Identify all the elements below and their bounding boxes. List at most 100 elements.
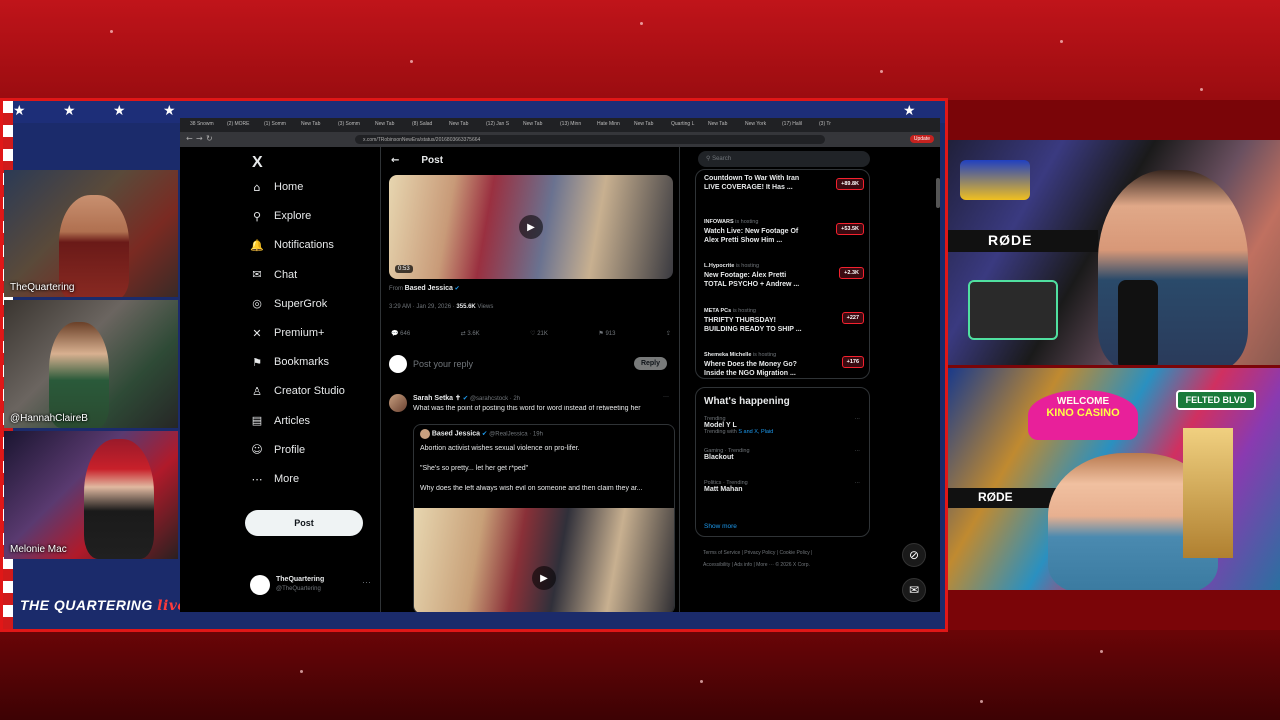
update-button[interactable]: Update [909,135,934,143]
reply-action[interactable]: 💬 646 [391,330,410,337]
nav-item-explore[interactable]: ⚲ Explore [250,205,311,227]
browser-tab[interactable]: (12) Jan S [480,121,516,132]
scrollbar[interactable] [936,178,940,208]
reply-handle: @sarahcstock · 2h [469,396,521,402]
live-space-item[interactable]: INFOWARS is hosting Watch Live: New Foota… [704,219,864,245]
footer-links: Terms of Service | Privacy Policy | Cook… [703,547,873,571]
avatar [389,394,407,412]
forward-icon[interactable]: → [196,134,203,143]
account-switcher[interactable]: TheQuartering @TheQuartering ··· [250,573,380,597]
search-input[interactable]: ⚲ Search [698,151,870,167]
x-logo[interactable]: X [252,154,263,172]
play-icon[interactable]: ▶ [519,215,543,239]
account-handle: @TheQuartering [276,586,321,592]
avatar [250,575,270,595]
sparkle [410,60,413,63]
browser-tab[interactable]: New Tab [702,121,738,132]
tab-bar: 38 Snowm (2) MORE (1) Somm New Tab (3) Somm N… [180,118,940,132]
trend-item[interactable]: Politics · Trending Matt Mahan ··· [704,480,864,493]
browser-tab[interactable]: New Tab [443,121,479,132]
webcam-host-right-bottom: WELCOME KINO CASINO FELTED BLVD RØDE [948,368,1280,590]
browser-tab[interactable]: (17) Halil [776,121,812,132]
reply-composer: Post your reply Reply [389,353,673,375]
nav-label: Articles [274,414,311,427]
reply-input[interactable]: Post your reply [413,359,473,369]
host-name: INFOWARS [704,218,734,225]
nav-label: Notifications [274,239,334,252]
browser-tab[interactable]: New York [739,121,775,132]
browser-tab[interactable]: (1) Somm [258,121,294,132]
webcam-hannahclaireb: @HannahClaireB [4,300,178,428]
nav-item-articles[interactable]: ▤ Articles [250,410,310,432]
browser-tab[interactable]: New Tab [628,121,664,132]
browser-tab[interactable]: 38 Snowm [184,121,220,132]
more-dots-icon[interactable]: ··· [855,448,861,454]
bookmark-action[interactable]: ⚑ 913 [598,330,615,337]
sparkle [110,30,113,33]
footer-row[interactable]: Terms of Service | Privacy Policy | Cook… [703,547,873,559]
browser-tab[interactable]: Hate Minn [591,121,627,132]
browser-tab[interactable]: Quarting L [665,121,701,132]
nav-label: Home [274,181,304,193]
nav-item-home[interactable]: ⌂ Home [250,176,304,198]
browser-tab[interactable]: New Tab [295,121,331,132]
post-button[interactable]: Post [245,510,363,536]
nav-item-bookmarks[interactable]: ⚑ Bookmarks [250,351,329,373]
from-author-link[interactable]: Based Jessica [405,285,453,292]
browser-tab[interactable]: (3) Tr [813,121,849,132]
play-icon[interactable]: ▶ [532,566,556,590]
browser-tab[interactable]: (13) Minn [554,121,590,132]
reply-author[interactable]: Sarah Setka ✝ [413,395,461,402]
reply-button[interactable]: Reply [633,357,667,370]
back-arrow-icon[interactable]: ← [391,155,399,166]
casino-welcome: WELCOME [1056,396,1110,407]
more-dots-icon[interactable]: ··· [362,577,371,587]
show-more-link[interactable]: Show more [704,523,737,530]
reply-text: What was the point of posting this word … [413,405,641,412]
nav-item-creator-studio[interactable]: ♙ Creator Studio [250,380,345,402]
nav-item-premium-[interactable]: ✕ Premium+ [250,322,324,344]
repost-action[interactable]: ⇄ 3.6K [461,330,480,337]
sparkle [980,700,983,703]
live-space-item[interactable]: Countdown To War With Iran LIVE COVERAGE!… [704,174,864,192]
nav-item-profile[interactable]: ☺ Profile [250,439,305,461]
nav-item-notifications[interactable]: 🔔 Notifications [250,234,334,256]
search-icon: ⚲ [706,156,711,162]
listener-count: +227 [841,311,864,324]
footer-row[interactable]: Accessibility | Ads info | More ··· © 20… [703,559,873,571]
trend-sub-link[interactable]: S and X, Plaid [738,429,773,435]
post-video[interactable]: ▶ 0:53 [389,175,673,279]
nav-item-supergrok[interactable]: ◎ SuperGrok [250,293,327,315]
like-action[interactable]: ♡ 21K [530,330,548,337]
avatar [389,355,407,373]
nav-item-chat[interactable]: ✉ Chat [250,264,297,286]
back-icon[interactable]: ← [186,134,193,143]
more-dots-icon[interactable]: ··· [663,394,669,400]
trend-item[interactable]: Trending Model Y L Trending with S and X, … [704,416,864,435]
live-space-item[interactable]: META PCs is hosting THRIFTY THURSDAY! BUIL… [704,308,864,334]
background-bottom [0,630,1280,720]
trend-name: Blackout [704,454,734,461]
messages-icon[interactable]: ✉ [902,578,926,602]
url-field[interactable]: x.com/TRobinsonNewEra/status/20168036633… [355,135,825,144]
grok-icon[interactable]: ⊘ [902,543,926,567]
more-dots-icon[interactable]: ··· [855,416,861,422]
more-dots-icon[interactable]: ··· [855,480,861,486]
quoted-tweet[interactable]: Based Jessica ✔ @RealJessica · 19h Abort… [413,424,675,612]
reload-icon[interactable]: ↻ [206,134,213,143]
quote-video[interactable]: ▶ [414,508,674,612]
browser-tab[interactable]: New Tab [369,121,405,132]
browser-tab[interactable]: New Tab [517,121,553,132]
browser-tab[interactable]: (3) Somm [332,121,368,132]
browser-tab[interactable]: (2) MORE [221,121,257,132]
live-space-item[interactable]: L.Hypocrite is hosting New Footage: Alex … [704,263,864,289]
browser-tab[interactable]: (8) Salad [406,121,442,132]
nav-item-more[interactable]: ⋯ More [250,468,300,490]
section-title: What's happening [704,396,790,407]
trend-item[interactable]: Gaming · Trending Blackout ··· [704,448,864,461]
video-duration: 0:53 [395,265,413,273]
quote-handle: @RealJessica · 19h [489,431,543,438]
share-icon[interactable]: ⇪ [666,330,671,337]
listener-count: +2.3K [839,267,864,279]
live-space-item[interactable]: Shemeka Michelle is hosting Where Does th… [704,352,864,378]
